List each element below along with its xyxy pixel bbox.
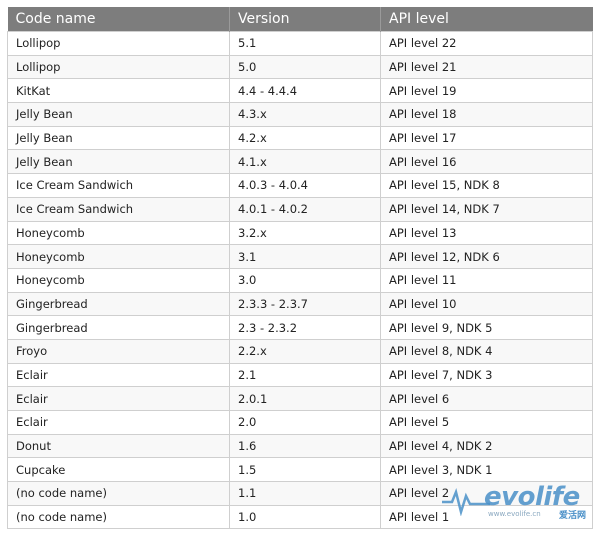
table-row: Gingerbread 2.3.3 - 2.3.7 API level 10 xyxy=(7,291,593,317)
cell-api-level: API level 7, NDK 3 xyxy=(380,362,593,388)
cell-version: 2.0 xyxy=(229,410,381,435)
cell-code-name: Froyo xyxy=(7,338,230,364)
cell-version: 2.0.1 xyxy=(229,386,381,411)
cell-api-level: API level 11 xyxy=(380,267,593,293)
cell-api-level: API level 4, NDK 2 xyxy=(380,433,593,459)
cell-api-level: API level 21 xyxy=(380,54,593,80)
cell-version: 4.0.3 - 4.0.4 xyxy=(229,173,381,198)
table-row: Honeycomb 3.1 API level 12, NDK 6 xyxy=(7,244,593,269)
cell-code-name: Ice Cream Sandwich xyxy=(7,173,230,198)
table-header: Code name Version API level xyxy=(7,7,593,32)
version-table-container: Code name Version API level Lollipop 5.1 A… xyxy=(7,7,593,530)
table-row: Eclair 2.0.1 API level 6 xyxy=(7,386,593,411)
table-row: Ice Cream Sandwich 4.0.3 - 4.0.4 API level… xyxy=(7,173,593,198)
cell-api-level: API level 10 xyxy=(380,291,593,317)
cell-version: 4.4 - 4.4.4 xyxy=(229,78,381,104)
cell-version: 3.2.x xyxy=(229,220,381,246)
cell-code-name: Ice Cream Sandwich xyxy=(7,196,230,222)
cell-code-name: Eclair xyxy=(7,410,230,435)
column-header-api-level: API level xyxy=(380,7,593,32)
cell-code-name: Eclair xyxy=(7,362,230,388)
cell-code-name: (no code name) xyxy=(7,504,230,530)
table-row: Lollipop 5.1 API level 22 xyxy=(7,31,593,56)
cell-version: 5.1 xyxy=(229,31,381,56)
cell-version: 4.2.x xyxy=(229,125,381,151)
column-header-code-name: Code name xyxy=(7,7,230,32)
table-row: Jelly Bean 4.3.x API level 18 xyxy=(7,102,593,127)
cell-version: 1.1 xyxy=(229,481,381,506)
cell-api-level: API level 19 xyxy=(380,78,593,104)
table-row: Honeycomb 3.0 API level 11 xyxy=(7,267,593,293)
column-header-version: Version xyxy=(229,7,381,32)
cell-version: 2.3 - 2.3.2 xyxy=(229,315,381,340)
cell-code-name: Jelly Bean xyxy=(7,149,230,175)
table-row: Eclair 2.1 API level 7, NDK 3 xyxy=(7,362,593,388)
cell-version: 3.1 xyxy=(229,244,381,269)
cell-code-name: Gingerbread xyxy=(7,291,230,317)
table-row: Jelly Bean 4.2.x API level 17 xyxy=(7,125,593,151)
cell-code-name: KitKat xyxy=(7,78,230,104)
cell-version: 5.0 xyxy=(229,54,381,80)
table-row: KitKat 4.4 - 4.4.4 API level 19 xyxy=(7,78,593,104)
table-row: Gingerbread 2.3 - 2.3.2 API level 9, NDK 5 xyxy=(7,315,593,340)
cell-version: 2.2.x xyxy=(229,338,381,364)
cell-code-name: Eclair xyxy=(7,386,230,411)
cell-code-name: Honeycomb xyxy=(7,267,230,293)
cell-api-level: API level 15, NDK 8 xyxy=(380,173,593,198)
cell-version: 4.0.1 - 4.0.2 xyxy=(229,196,381,222)
table-row: Honeycomb 3.2.x API level 13 xyxy=(7,220,593,246)
table-row: Donut 1.6 API level 4, NDK 2 xyxy=(7,433,593,459)
cell-code-name: Honeycomb xyxy=(7,220,230,246)
cell-code-name: Jelly Bean xyxy=(7,102,230,127)
cell-code-name: Jelly Bean xyxy=(7,125,230,151)
cell-version: 4.1.x xyxy=(229,149,381,175)
cell-api-level: API level 13 xyxy=(380,220,593,246)
cell-version: 2.1 xyxy=(229,362,381,388)
table-row: Jelly Bean 4.1.x API level 16 xyxy=(7,149,593,175)
pulse-line-icon xyxy=(442,487,490,516)
cell-api-level: API level 18 xyxy=(380,102,593,127)
cell-version: 1.0 xyxy=(229,504,381,530)
cell-api-level: API level 17 xyxy=(380,125,593,151)
cell-api-level: API level 16 xyxy=(380,149,593,175)
cell-version: 4.3.x xyxy=(229,102,381,127)
cell-code-name: Donut xyxy=(7,433,230,459)
watermark-url: www.evolife.cn xyxy=(488,510,541,518)
table-row: Lollipop 5.0 API level 21 xyxy=(7,54,593,80)
cell-version: 1.6 xyxy=(229,433,381,459)
cell-code-name: Honeycomb xyxy=(7,244,230,269)
table-row: Ice Cream Sandwich 4.0.1 - 4.0.2 API level… xyxy=(7,196,593,222)
cell-api-level: API level 22 xyxy=(380,31,593,56)
cell-code-name: Cupcake xyxy=(7,457,230,483)
android-version-table: Code name Version API level Lollipop 5.1 A… xyxy=(7,7,593,530)
cell-api-level: API level 5 xyxy=(380,410,593,435)
cell-code-name: Lollipop xyxy=(7,54,230,80)
evolife-watermark: evolife www.evolife.cn 爱活网 xyxy=(442,478,592,522)
cell-api-level: API level 6 xyxy=(380,386,593,411)
cell-api-level: API level 9, NDK 5 xyxy=(380,315,593,340)
cell-code-name: Lollipop xyxy=(7,31,230,56)
cell-code-name: (no code name) xyxy=(7,481,230,506)
watermark-chinese: 爱活网 xyxy=(558,511,586,521)
cell-api-level: API level 8, NDK 4 xyxy=(380,338,593,364)
header-row: Code name Version API level xyxy=(7,7,593,32)
cell-version: 1.5 xyxy=(229,457,381,483)
table-row: Eclair 2.0 API level 5 xyxy=(7,410,593,435)
cell-code-name: Gingerbread xyxy=(7,315,230,340)
table-row: Froyo 2.2.x API level 8, NDK 4 xyxy=(7,338,593,364)
table-body: Lollipop 5.1 API level 22 Lollipop 5.0 API le… xyxy=(7,31,593,530)
cell-api-level: API level 14, NDK 7 xyxy=(380,196,593,222)
cell-version: 3.0 xyxy=(229,267,381,293)
cell-api-level: API level 12, NDK 6 xyxy=(380,244,593,269)
cell-version: 2.3.3 - 2.3.7 xyxy=(229,291,381,317)
